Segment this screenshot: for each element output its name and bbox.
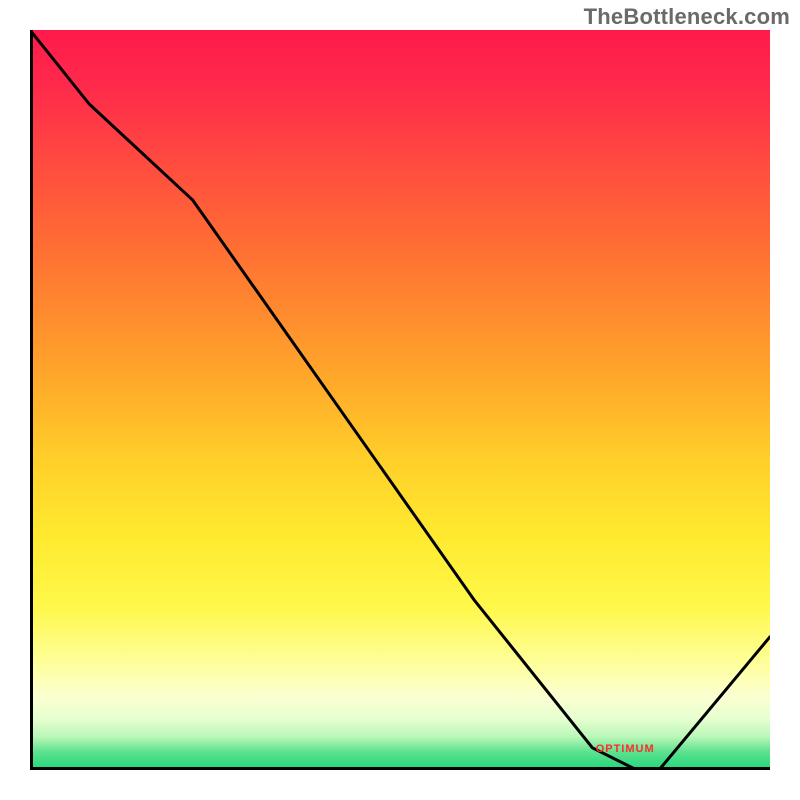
curve-svg: [30, 30, 770, 770]
bottleneck-curve-path: [30, 30, 770, 770]
plot-area: OPTIMUM: [30, 30, 770, 770]
optimum-marker: OPTIMUM: [596, 743, 655, 755]
chart-container: TheBottleneck.com OPTIMUM: [0, 0, 800, 800]
y-axis: [30, 30, 33, 770]
x-axis: [30, 767, 770, 770]
watermark-text: TheBottleneck.com: [584, 4, 790, 30]
